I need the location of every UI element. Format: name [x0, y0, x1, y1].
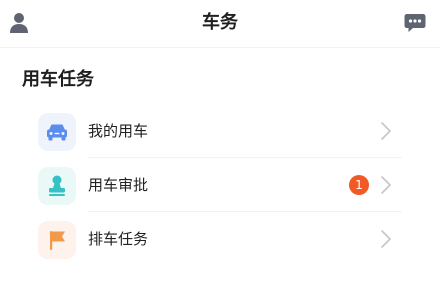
list-item-label: 我的用车	[88, 122, 149, 140]
message-icon[interactable]	[404, 13, 426, 33]
section-title: 用车任务	[22, 69, 94, 90]
chevron-right-icon	[381, 230, 391, 248]
chevron-right-icon	[381, 122, 391, 140]
list-item-label: 用车审批	[88, 176, 149, 194]
notification-badge: 1	[349, 175, 369, 195]
list-item-label: 排车任务	[88, 230, 149, 248]
nav-bar: 车务	[0, 0, 440, 48]
car-icon	[38, 113, 76, 151]
list-item-my-car[interactable]: 我的用车	[22, 104, 418, 158]
list-item-dispatch-task[interactable]: 排车任务	[22, 212, 418, 266]
flag-icon	[38, 221, 76, 259]
stamp-icon	[38, 167, 76, 205]
list-item-car-approval[interactable]: 用车审批 1	[22, 158, 418, 212]
car-affairs-screen: 车务 用车任务 我的用车 用车审批 1 排车任务	[0, 0, 440, 292]
chevron-right-icon	[381, 176, 391, 194]
task-list: 我的用车 用车审批 1 排车任务	[22, 104, 418, 268]
page-title: 车务	[202, 12, 238, 33]
